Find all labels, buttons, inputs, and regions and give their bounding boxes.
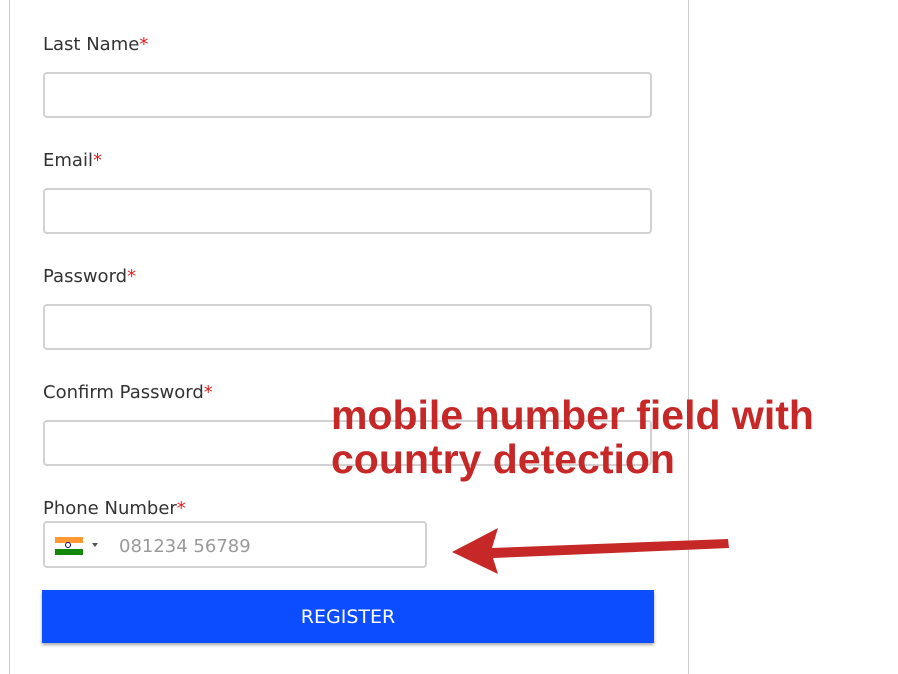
email-field[interactable] (43, 188, 652, 234)
required-mark: * (203, 382, 213, 403)
register-button[interactable]: REGISTER (42, 590, 654, 643)
annotation-line-1: mobile number field with (331, 392, 814, 438)
phone-number-label: Phone Number* (43, 498, 186, 519)
last-name-field[interactable] (43, 72, 652, 118)
password-field[interactable] (43, 304, 652, 350)
email-label: Email* (43, 150, 102, 171)
annotation-line-2: country detection (331, 436, 675, 482)
annotation-text: mobile number field with country detecti… (331, 393, 896, 481)
phone-number-field (43, 521, 427, 568)
last-name-label: Last Name* (43, 34, 149, 55)
phone-number-input[interactable] (117, 533, 411, 559)
password-label: Password* (43, 266, 137, 287)
required-mark: * (139, 34, 149, 55)
required-mark: * (127, 266, 137, 287)
required-mark: * (92, 150, 102, 171)
left-divider (9, 0, 10, 674)
left-arrow-icon (452, 528, 729, 574)
chevron-down-icon[interactable] (92, 543, 98, 547)
confirm-password-label: Confirm Password* (43, 382, 213, 403)
india-flag-icon[interactable] (55, 537, 83, 555)
required-mark: * (176, 498, 186, 519)
